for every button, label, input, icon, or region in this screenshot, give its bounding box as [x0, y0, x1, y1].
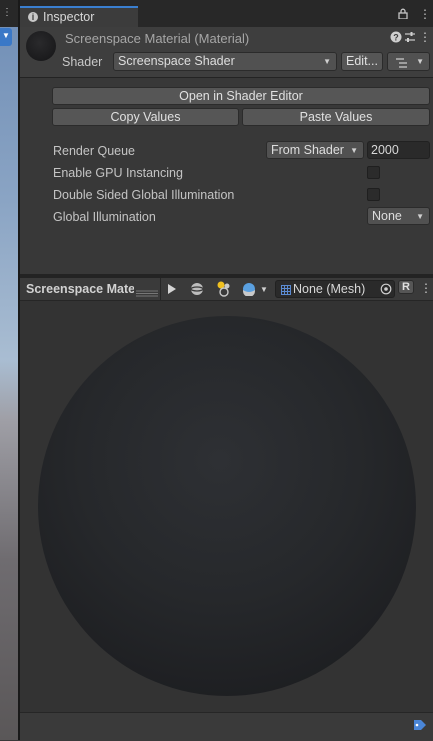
- render-queue-value: 2000: [371, 143, 399, 157]
- chevron-down-icon: ▼: [323, 57, 331, 66]
- global-illumination-label: Global Illumination: [53, 210, 156, 224]
- lighting-icon[interactable]: [215, 280, 233, 300]
- mesh-grid-icon: [281, 284, 291, 298]
- toolbar-separator: [160, 278, 161, 300]
- inspector-footer: [20, 712, 433, 741]
- double-sided-gi-label: Double Sided Global Illumination: [53, 188, 235, 202]
- info-icon: i: [28, 12, 38, 22]
- gpu-instancing-checkbox[interactable]: [367, 166, 380, 179]
- paste-values-button[interactable]: Paste Values: [242, 108, 430, 126]
- edit-shader-button[interactable]: Edit...: [341, 52, 383, 71]
- drag-handle-icon[interactable]: [136, 286, 158, 300]
- shader-value: Screenspace Shader: [118, 54, 235, 68]
- open-in-shader-editor-button[interactable]: Open in Shader Editor: [52, 87, 430, 105]
- material-title: Screenspace Material (Material): [65, 31, 250, 46]
- preview-title: Screenspace Material: [26, 282, 134, 296]
- tab-inspector[interactable]: i Inspector: [20, 6, 138, 28]
- scene-view-toolbar: ⋮: [0, 0, 18, 27]
- render-queue-label: Render Queue: [53, 144, 136, 158]
- chevron-down-icon: ▼: [416, 57, 424, 66]
- render-queue-mode-dropdown[interactable]: From Shader ▼: [266, 141, 364, 159]
- render-queue-field[interactable]: 2000: [367, 141, 430, 159]
- preset-icon[interactable]: [404, 31, 416, 46]
- asset-label-icon[interactable]: [413, 719, 427, 735]
- preview-mesh-field[interactable]: None (Mesh): [275, 280, 395, 298]
- help-icon[interactable]: ?: [390, 31, 402, 46]
- scene-view-dropdown[interactable]: ▼: [0, 28, 12, 46]
- shader-label: Shader: [62, 55, 103, 69]
- shader-dropdown[interactable]: Screenspace Shader ▼: [113, 52, 337, 71]
- chevron-down-icon[interactable]: ▼: [260, 285, 268, 294]
- chevron-down-icon: ▼: [350, 146, 358, 155]
- global-illumination-dropdown[interactable]: None ▼: [367, 207, 430, 225]
- render-queue-mode-value: From Shader: [271, 143, 344, 157]
- material-thumbnail: [26, 31, 56, 61]
- double-sided-gi-checkbox[interactable]: [367, 188, 380, 201]
- skybox-icon[interactable]: [242, 282, 256, 299]
- more-icon[interactable]: ⋮: [419, 7, 431, 21]
- play-icon[interactable]: [167, 283, 177, 298]
- scene-view-edge: ⋮ ▼: [0, 0, 18, 740]
- gpu-instancing-label: Enable GPU Instancing: [53, 166, 183, 180]
- mesh-field-value: None (Mesh): [293, 282, 366, 296]
- shader-options-dropdown[interactable]: ▼: [387, 52, 430, 71]
- tab-label: Inspector: [43, 10, 95, 24]
- copy-values-button[interactable]: Copy Values: [52, 108, 239, 126]
- material-preview-sphere[interactable]: [38, 316, 416, 696]
- chevron-down-icon: ▼: [416, 212, 424, 221]
- lock-icon[interactable]: [398, 8, 408, 22]
- more-icon[interactable]: ⋮: [420, 281, 432, 295]
- list-icon: [396, 57, 409, 71]
- more-icon[interactable]: ⋮: [419, 30, 431, 44]
- sphere-mesh-icon[interactable]: [190, 282, 204, 299]
- chevron-down-icon: ▼: [2, 31, 10, 40]
- object-picker-icon[interactable]: [380, 283, 392, 298]
- svg-text:?: ?: [393, 33, 399, 43]
- reset-preview-button[interactable]: R: [398, 280, 414, 294]
- more-icon[interactable]: ⋮: [2, 7, 12, 18]
- global-illumination-value: None: [372, 209, 402, 223]
